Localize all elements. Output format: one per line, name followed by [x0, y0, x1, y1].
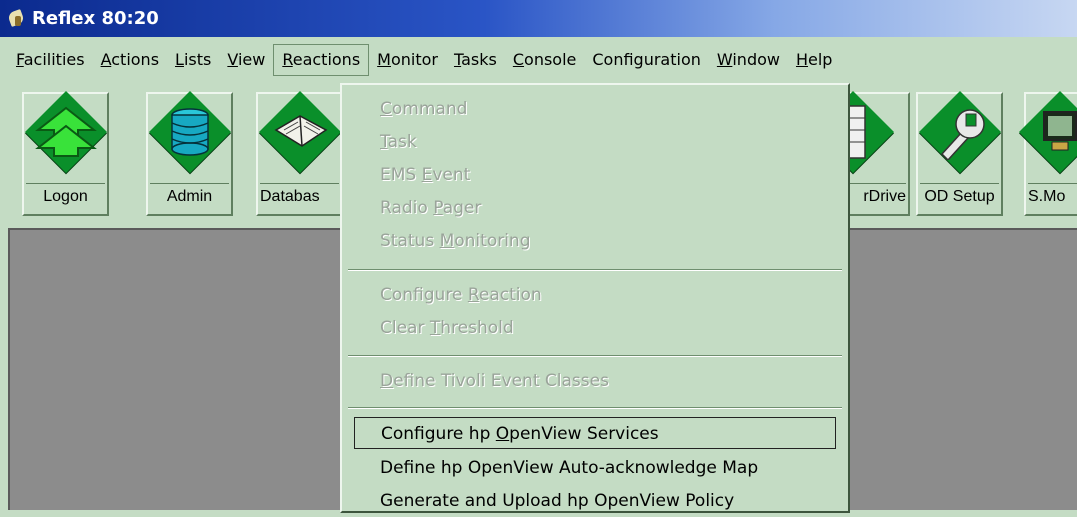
menu-label: ists: [183, 49, 212, 69]
item-text: hreshold: [440, 318, 514, 338]
menu-item-configure-hp-openview-services[interactable]: Configure hp OpenView Services: [354, 417, 836, 449]
menu-label: indow: [732, 49, 780, 69]
menu-tasks[interactable]: Tasks: [446, 45, 505, 75]
menu-mnemonic: C: [512, 49, 525, 69]
menu-label: onsole: [524, 49, 577, 69]
item-text: ommand: [391, 99, 468, 119]
menu-window[interactable]: Window: [709, 45, 788, 75]
menu-label: onitor: [390, 49, 438, 69]
item-mnemonic: T: [380, 132, 388, 152]
menu-item-define-tivoli-event-classes[interactable]: Define Tivoli Event Classes: [354, 365, 836, 397]
menu-lists[interactable]: Lists: [167, 45, 219, 75]
item-text: vent: [432, 165, 471, 185]
item-text: eaction: [478, 285, 542, 305]
item-text: EMS: [380, 165, 422, 185]
item-text: efine Tivoli Event Classes: [393, 371, 609, 391]
menu-item-task[interactable]: Task: [354, 126, 836, 158]
item-text: Generate and Upload hp OpenView Policy: [380, 491, 735, 511]
menu-actions[interactable]: Actions: [93, 45, 167, 75]
menu-item-radio-pager[interactable]: Radio Pager: [354, 192, 836, 224]
menu-mnemonic: R: [282, 49, 293, 69]
menu-mnemonic: M: [377, 49, 391, 69]
menu-mnemonic: F: [16, 49, 24, 69]
item-text: onitoring: [454, 231, 531, 251]
menu-mnemonic: V: [227, 49, 238, 69]
database-label: Databas: [260, 183, 339, 210]
smonitor-label: S.Mo: [1028, 183, 1077, 210]
menu-item-status-monitoring[interactable]: Status Monitoring: [354, 225, 836, 257]
monitor-icon: [1042, 111, 1077, 151]
reactions-dropdown-menu: Command Task EMS Event Radio Pager Statu…: [340, 83, 850, 513]
menu-monitor[interactable]: Monitor: [369, 45, 446, 75]
item-mnemonic: D: [380, 371, 394, 391]
item-text: Clear: [380, 318, 430, 338]
menu-reactions[interactable]: Reactions: [273, 43, 370, 76]
item-mnemonic: M: [439, 231, 455, 251]
menu-label: acilities: [23, 49, 85, 69]
admin-label: Admin: [150, 183, 229, 210]
menu-item-clear-threshold[interactable]: Clear Threshold: [354, 312, 836, 344]
admin-button[interactable]: Admin: [146, 90, 233, 216]
menu-item-generate-and-upload-hp-openview-policy[interactable]: Generate and Upload hp OpenView Policy: [354, 485, 836, 517]
menu-label: asks: [461, 49, 497, 69]
menu-label: Configuration: [592, 49, 701, 69]
menu-configuration[interactable]: Configuration: [584, 45, 709, 75]
item-text: Radio: [380, 198, 434, 218]
item-mnemonic: T: [429, 318, 441, 338]
item-text: penView Services: [509, 424, 659, 444]
wrench-icon: [940, 109, 985, 160]
menu-label: ctions: [111, 49, 160, 69]
menu-facilities[interactable]: Facilities: [8, 45, 93, 75]
item-mnemonic: R: [467, 285, 479, 305]
menu-separator: [348, 355, 842, 357]
menu-separator: [348, 269, 842, 271]
item-mnemonic: O: [495, 424, 510, 444]
menu-mnemonic: H: [795, 49, 809, 69]
menu-view[interactable]: View: [219, 45, 273, 75]
menu-label: iew: [237, 49, 266, 69]
logon-button[interactable]: Logon: [22, 90, 109, 216]
menu-bar: Facilities Actions Lists View Reactions …: [0, 37, 1077, 82]
window-title: Reflex 80:20: [32, 8, 159, 29]
book-icon: [274, 115, 327, 147]
menu-item-command[interactable]: Command: [354, 93, 836, 125]
title-bar: Reflex 80:20: [0, 0, 1077, 37]
item-mnemonic: P: [433, 198, 443, 218]
menu-label: eactions: [292, 49, 361, 69]
od-setup-label: OD Setup: [920, 183, 999, 210]
item-text: ager: [442, 198, 482, 218]
menu-mnemonic: A: [100, 49, 112, 69]
database-button[interactable]: Databas: [256, 90, 343, 216]
item-text: Configure: [380, 285, 468, 305]
menu-item-configure-reaction[interactable]: Configure Reaction: [354, 279, 836, 311]
item-text: Status: [380, 231, 440, 251]
item-mnemonic: C: [380, 99, 392, 119]
menu-mnemonic: L: [175, 49, 184, 69]
menu-item-define-hp-openview-auto-acknowledge-map[interactable]: Define hp OpenView Auto-acknowledge Map: [354, 452, 836, 484]
od-setup-button[interactable]: OD Setup: [916, 90, 1003, 216]
database-stack-icon: [170, 108, 209, 156]
menu-help[interactable]: Help: [788, 45, 840, 75]
menu-separator: [348, 407, 842, 409]
item-text: ask: [387, 132, 417, 152]
menu-mnemonic: W: [716, 49, 733, 69]
reflex-app-icon[interactable]: [8, 10, 26, 28]
menu-label: elp: [808, 49, 833, 69]
item-mnemonic: E: [421, 165, 433, 185]
item-text: Define hp OpenView Auto-acknowledge Map: [380, 458, 759, 478]
green-arrow-up-icon: [34, 106, 97, 157]
item-text: Configure hp: [381, 424, 496, 444]
menu-item-ems-event[interactable]: EMS Event: [354, 159, 836, 191]
logon-label: Logon: [26, 183, 105, 210]
menu-console[interactable]: Console: [505, 45, 585, 75]
smonitor-button[interactable]: S.Mo: [1018, 90, 1077, 216]
